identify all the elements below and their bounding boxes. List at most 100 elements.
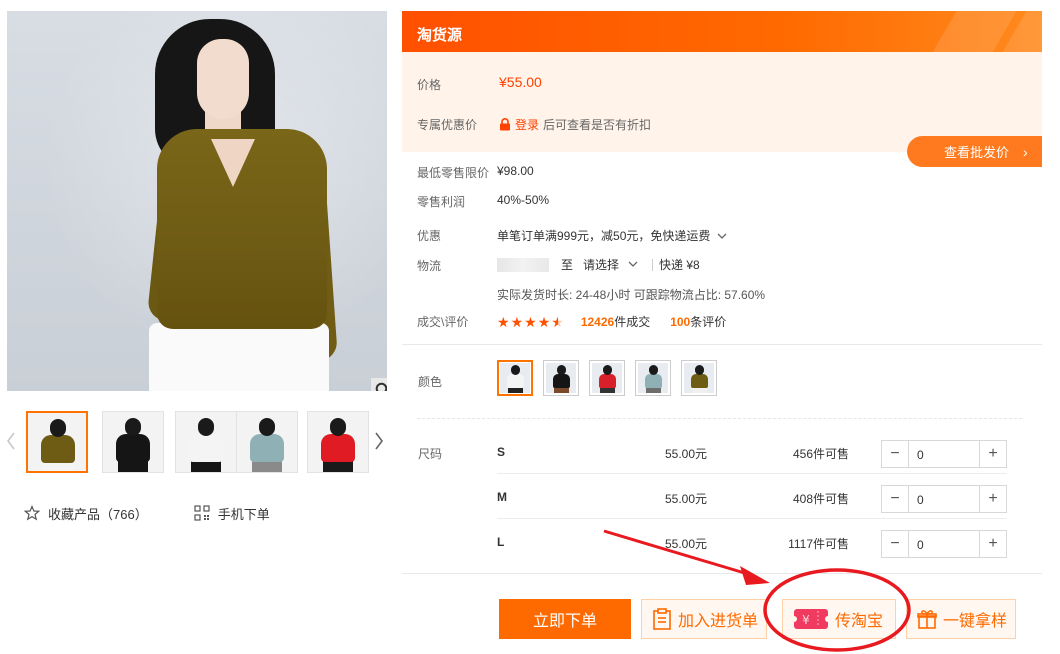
discount-label: 优惠 <box>417 229 442 243</box>
source-header: 淘货源 <box>402 11 1042 52</box>
size-row: L 55.00元 1117件可售 −0 + <box>497 519 1007 564</box>
size-stock: 1117件可售 <box>788 537 849 551</box>
quantity-input[interactable]: 0 <box>908 441 980 467</box>
login-link[interactable]: 登录 <box>515 116 539 133</box>
wholesale-button-label: 查看批发价 <box>944 145 1010 160</box>
push-to-taobao-label: 传淘宝 <box>835 613 884 630</box>
mobile-order-button[interactable]: 手机下单 <box>194 504 270 523</box>
star-outline-icon <box>24 505 40 521</box>
thumb-prev-icon[interactable] <box>4 430 18 452</box>
color-swatch-3[interactable] <box>589 360 625 396</box>
color-swatch-1[interactable] <box>497 360 533 396</box>
size-stock: 408件可售 <box>792 492 849 506</box>
plus-icon[interactable]: + <box>980 486 1006 512</box>
favorite-row: 收藏产品（766） 手机下单 <box>24 502 270 524</box>
origin-location-blurred <box>497 257 549 272</box>
plus-icon[interactable]: + <box>980 531 1006 557</box>
min-retail-label: 最低零售限价 <box>417 166 490 180</box>
thumb-blue-sweater[interactable] <box>236 411 298 473</box>
favorite-button[interactable]: 收藏产品（766） <box>24 504 148 523</box>
zoom-icon[interactable] <box>371 378 387 391</box>
minus-icon[interactable]: − <box>882 486 908 512</box>
member-price-label: 专属优惠价 <box>417 118 478 132</box>
login-suffix: 后可查看是否有折扣 <box>543 118 652 132</box>
size-price: 55.00元 <box>665 537 708 551</box>
thumb-red-sweater[interactable] <box>307 411 369 473</box>
section-divider <box>402 344 1042 345</box>
color-label: 颜色 <box>418 375 443 389</box>
color-swatch-4[interactable] <box>635 360 671 396</box>
size-stock: 456件可售 <box>792 447 849 461</box>
rating-stars: ★ ★ ★ ★ ★ <box>497 315 565 329</box>
profit-value: 40%-50% <box>497 193 550 207</box>
quantity-input[interactable]: 0 <box>908 531 980 557</box>
minus-icon[interactable]: − <box>882 441 908 467</box>
half-star-icon: ★ <box>551 313 564 330</box>
annotation-arrow-head <box>740 566 770 585</box>
discount-text: 单笔订单满999元，减50元，免快递运费 <box>497 229 711 243</box>
chevron-down-icon <box>717 233 727 239</box>
qr-code-icon <box>194 505 210 521</box>
size-name: M <box>497 490 507 504</box>
deals-count[interactable]: 12426 <box>581 315 614 329</box>
profit-label: 零售利润 <box>417 195 466 209</box>
order-now-button[interactable]: 立即下单 <box>499 599 631 639</box>
dashed-divider <box>417 418 1022 419</box>
gift-icon <box>917 610 937 629</box>
discount-value[interactable]: 单笔订单满999元，减50元，免快递运费 <box>497 227 727 244</box>
logistics-to: 至 <box>561 258 574 272</box>
express-fee: 快递 ¥8 <box>659 258 700 272</box>
login-hint: 登录 后可查看是否有折扣 <box>499 116 651 133</box>
thumb-black-sweater[interactable] <box>102 411 164 473</box>
star-icon: ★ <box>537 313 551 330</box>
chevron-right-icon: › <box>1023 143 1028 160</box>
svg-text:¥: ¥ <box>802 613 810 627</box>
minus-icon[interactable]: − <box>882 531 908 557</box>
price-label: 价格 <box>417 78 442 92</box>
thumb-olive-sweater[interactable] <box>26 411 88 473</box>
thumb-white-sweater[interactable] <box>175 411 237 473</box>
reviews-suffix: 条评价 <box>690 315 727 329</box>
rating-label: 成交\评价 <box>417 315 469 329</box>
color-swatch-2[interactable] <box>543 360 579 396</box>
view-wholesale-price-button[interactable]: 查看批发价 › <box>907 136 1042 167</box>
size-label: 尺码 <box>418 447 443 461</box>
color-swatch-5[interactable] <box>681 360 717 396</box>
plus-icon[interactable]: + <box>980 441 1006 467</box>
reviews-count[interactable]: 100 <box>670 315 690 329</box>
star-icon: ★ <box>510 313 524 330</box>
destination-select[interactable]: 请选择 <box>583 256 638 273</box>
rating-value: ★ ★ ★ ★ ★ 12426 件成交 100 条评价 <box>497 313 726 330</box>
one-click-sample-button[interactable]: 一键拿样 <box>906 599 1016 639</box>
one-click-sample-label: 一键拿样 <box>943 613 1008 630</box>
thumbnail-strip <box>0 410 395 474</box>
shipping-info: 实际发货时长: 24-48小时 可跟踪物流占比: 57.60% <box>497 288 766 302</box>
size-name: S <box>497 445 506 459</box>
star-icon: ★ <box>524 313 537 330</box>
quantity-input[interactable]: 0 <box>908 486 980 512</box>
order-now-label: 立即下单 <box>532 613 597 630</box>
size-price: 55.00元 <box>665 492 708 506</box>
size-row: S 55.00元 456件可售 −0 + <box>497 429 1007 474</box>
section-divider <box>402 573 1042 574</box>
quantity-stepper: −0 + <box>881 440 1007 468</box>
size-row: M 55.00元 408件可售 −0 + <box>497 474 1007 519</box>
add-to-cart-button[interactable]: 加入进货单 <box>641 599 767 639</box>
clipboard-icon <box>653 608 671 630</box>
thumb-next-icon[interactable] <box>372 430 386 452</box>
star-icon: ★ <box>497 313 510 330</box>
favorite-label: 收藏产品（766） <box>48 506 148 522</box>
mobile-order-label: 手机下单 <box>217 506 270 522</box>
quantity-stepper: −0 + <box>881 485 1007 513</box>
size-name: L <box>497 535 505 549</box>
add-to-cart-label: 加入进货单 <box>678 613 759 630</box>
main-product-image[interactable] <box>7 11 387 391</box>
price-value: ¥55.00 <box>499 74 542 90</box>
color-swatch-list <box>497 360 727 396</box>
push-to-taobao-button[interactable]: ¥ 传淘宝 <box>782 599 896 639</box>
quantity-stepper: −0 + <box>881 530 1007 558</box>
logistics-label: 物流 <box>417 259 442 273</box>
source-title: 淘货源 <box>417 27 463 44</box>
chevron-down-icon <box>628 261 638 267</box>
deals-suffix: 件成交 <box>614 315 651 329</box>
